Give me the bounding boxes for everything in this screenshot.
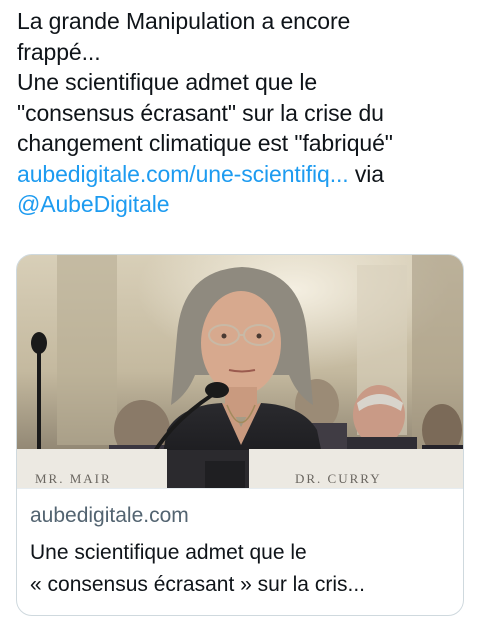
tweet-link[interactable]: aubedigitale.com/une-scientifiq... — [17, 161, 349, 187]
placard-left-text: MR. MAIR — [35, 471, 112, 486]
card-meta[interactable]: aubedigitale.com Une scientifique admet … — [17, 488, 463, 615]
tweet-text-line: changement climatique est "fabriqué" — [17, 130, 393, 156]
card-domain: aubedigitale.com — [30, 504, 189, 527]
tweet-text-line: La grande Manipulation a encore — [17, 8, 351, 34]
card-image[interactable]: MR. MAIR DR. CURRY — [17, 255, 463, 488]
card-title: Une scientifique admet que le « consensu… — [30, 537, 455, 601]
tweet-text: La grande Manipulation a encore frappé..… — [17, 6, 472, 220]
tweet-mention-line: @AubeDigitale — [17, 189, 472, 220]
link-preview-card[interactable]: MR. MAIR DR. CURRY aubedigitale.com Une … — [16, 254, 464, 616]
tweet-text-line: Une scientifique admet que le — [17, 69, 318, 95]
placard-right-text: DR. CURRY — [295, 471, 382, 486]
tweet-via: via — [348, 160, 384, 187]
tweet-text-line: "consensus écrasant" sur la crise du — [17, 99, 384, 126]
tweet-mention[interactable]: @AubeDigitale — [17, 191, 170, 217]
card-title-line: « consensus écrasant » sur la cris... — [30, 573, 365, 596]
tweet-text-line: frappé... — [17, 38, 101, 65]
tweet-link-line: aubedigitale.com/une-scientifiq... via — [17, 159, 472, 190]
card-title-line: Une scientifique admet que le — [30, 541, 307, 564]
hearing-photo: MR. MAIR DR. CURRY — [17, 255, 463, 488]
